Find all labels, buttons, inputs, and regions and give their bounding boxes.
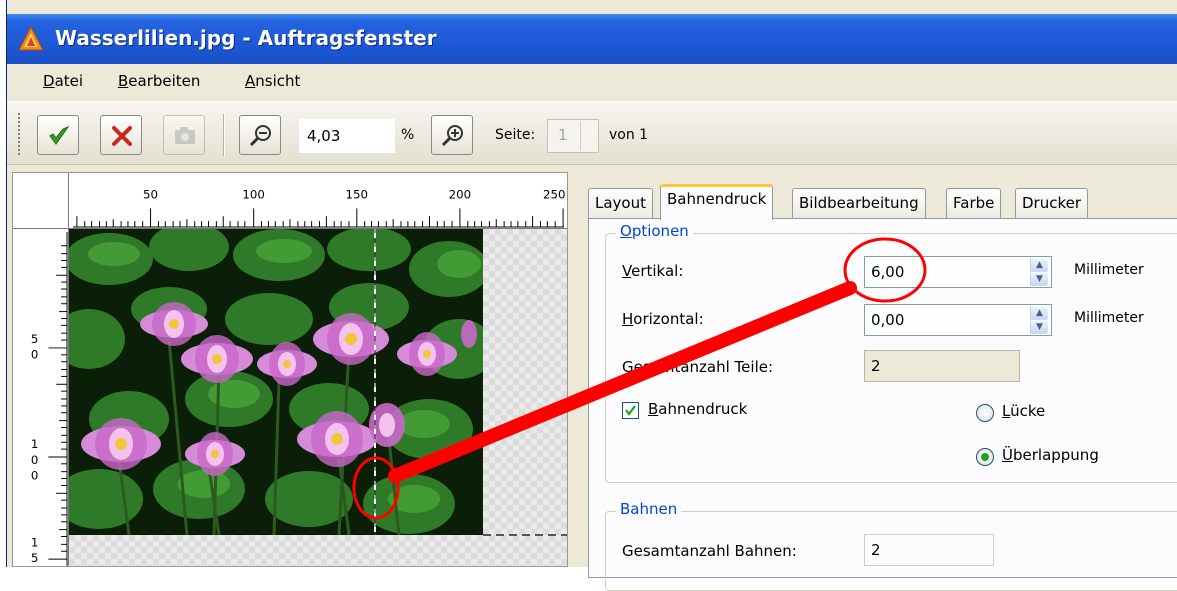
print-canvas[interactable]	[69, 229, 567, 566]
cancel-button[interactable]	[100, 115, 142, 155]
ruler-left-digit: 1	[31, 535, 39, 549]
radio-selected-dot	[981, 453, 989, 461]
zoom-out-icon	[249, 125, 271, 147]
toolbar: % Seite: 1 von 1	[7, 101, 1177, 165]
total-parts-value: 2	[871, 357, 881, 375]
ruler-left-digit: 5	[31, 551, 39, 565]
preview-pane[interactable]: 50 100 150 200 250 5 0 1 0 0 1 5	[12, 172, 568, 567]
zoom-in-icon	[441, 125, 463, 147]
settings-pane: Layout Bahnendruck Bildbearbeitung Farbe…	[574, 172, 1177, 591]
camera-icon	[175, 127, 195, 144]
ruler-left-digit: 0	[31, 453, 39, 467]
zoom-out-button[interactable]	[239, 115, 281, 155]
options-legend: Optionen	[616, 222, 693, 240]
horizontal-unit: Millimeter	[1074, 310, 1144, 326]
confirm-button[interactable]	[37, 115, 79, 155]
menu-bearbeiten[interactable]: Bearbeiten	[118, 72, 200, 90]
toolbar-grip[interactable]	[17, 112, 21, 156]
checkmark-icon	[49, 125, 70, 145]
horizontal-value: 0,00	[871, 311, 905, 329]
ruler-corner	[13, 173, 69, 229]
ruler-left-digit: 0	[31, 348, 39, 362]
total-parts-label: Gesamtanzahl Teile:	[622, 358, 774, 376]
spin-down-icon[interactable]: ▼	[1031, 321, 1048, 334]
tab-bildbearbeitung[interactable]: Bildbearbeitung	[792, 188, 926, 218]
total-strips-value: 2	[871, 541, 881, 559]
zoom-unit: %	[401, 127, 415, 143]
vertical-unit: Millimeter	[1074, 262, 1144, 278]
menu-ansicht[interactable]: Ansicht	[245, 72, 300, 90]
overlap-label: Überlappung	[1002, 446, 1099, 464]
tab-layout[interactable]: Layout	[588, 188, 653, 218]
app-icon	[18, 25, 44, 51]
horizontal-spinner[interactable]: ▲ ▼	[1030, 306, 1048, 334]
vertical-spinner[interactable]: ▲ ▼	[1030, 258, 1048, 286]
page-label: Seite:	[495, 127, 536, 143]
vertical-label: Vertikal:	[622, 262, 684, 280]
vertical-value: 6,00	[871, 263, 905, 281]
zoom-input[interactable]	[299, 119, 395, 153]
page-stepper[interactable]: 1	[547, 119, 599, 153]
ruler-top-label: 100	[242, 188, 264, 202]
ruler-top-label: 200	[449, 188, 471, 202]
page-value: 1	[558, 126, 568, 144]
ruler-left-digit: 1	[31, 437, 39, 451]
horizontal-field[interactable]: 0,00	[864, 304, 1052, 336]
ruler-left-digit: 5	[31, 332, 39, 346]
checkmark-icon	[625, 405, 636, 416]
close-icon	[112, 126, 132, 146]
horizontal-label: Horizontal:	[622, 310, 704, 328]
spin-down-icon[interactable]: ▼	[1031, 273, 1048, 286]
ruler-top: 50 100 150 200 250	[13, 173, 567, 229]
tab-drucker[interactable]: Drucker	[1015, 188, 1089, 218]
vertical-field[interactable]: 6,00	[864, 256, 1052, 288]
total-strips-field: 2	[864, 534, 994, 566]
toolbar-separator	[223, 114, 225, 156]
tab-farbe[interactable]: Farbe	[946, 188, 1002, 218]
tab-bahnendruck[interactable]: Bahnendruck	[660, 184, 774, 220]
strip-divider	[374, 229, 567, 536]
ruler-top-label: 250	[543, 188, 565, 202]
gap-radio[interactable]	[976, 404, 994, 422]
strips-legend: Bahnen	[616, 500, 682, 518]
ruler-top-label: 50	[143, 188, 158, 202]
menu-datei[interactable]: Datei	[43, 72, 83, 90]
tab-panel-bahnendruck: Optionen Vertikal: 6,00 ▲ ▼ Millimeter Ho…	[588, 218, 1177, 591]
tile-print-label: Bahnendruck	[648, 400, 748, 418]
spin-up-icon[interactable]: ▲	[1031, 259, 1048, 272]
overlap-radio[interactable]	[976, 448, 994, 466]
window-title: Wasserlilien.jpg - Auftragsfenster	[55, 26, 437, 50]
page-spin-buttons[interactable]	[580, 122, 596, 150]
ruler-top-label: 150	[346, 188, 368, 202]
total-strips-label: Gesamtanzahl Bahnen:	[622, 542, 797, 560]
page-count: von 1	[609, 127, 649, 143]
tile-print-checkbox[interactable]	[622, 402, 639, 419]
menu-bar: Datei Bearbeiten Ansicht	[7, 64, 1177, 100]
title-bar[interactable]: Wasserlilien.jpg - Auftragsfenster	[7, 14, 1177, 64]
spin-up-icon[interactable]: ▲	[1031, 307, 1048, 320]
ruler-left-digit: 0	[31, 469, 39, 483]
ruler-left: 5 0 1 0 0 1 5	[13, 229, 69, 566]
camera-button[interactable]	[163, 115, 205, 155]
options-group: Optionen Vertikal: 6,00 ▲ ▼ Millimeter Ho…	[605, 222, 1177, 483]
strips-group: Bahnen Gesamtanzahl Bahnen: 2	[605, 500, 1177, 591]
gap-label: Lücke	[1002, 402, 1046, 420]
zoom-in-button[interactable]	[431, 115, 473, 155]
total-parts-field: 2	[864, 350, 1020, 382]
